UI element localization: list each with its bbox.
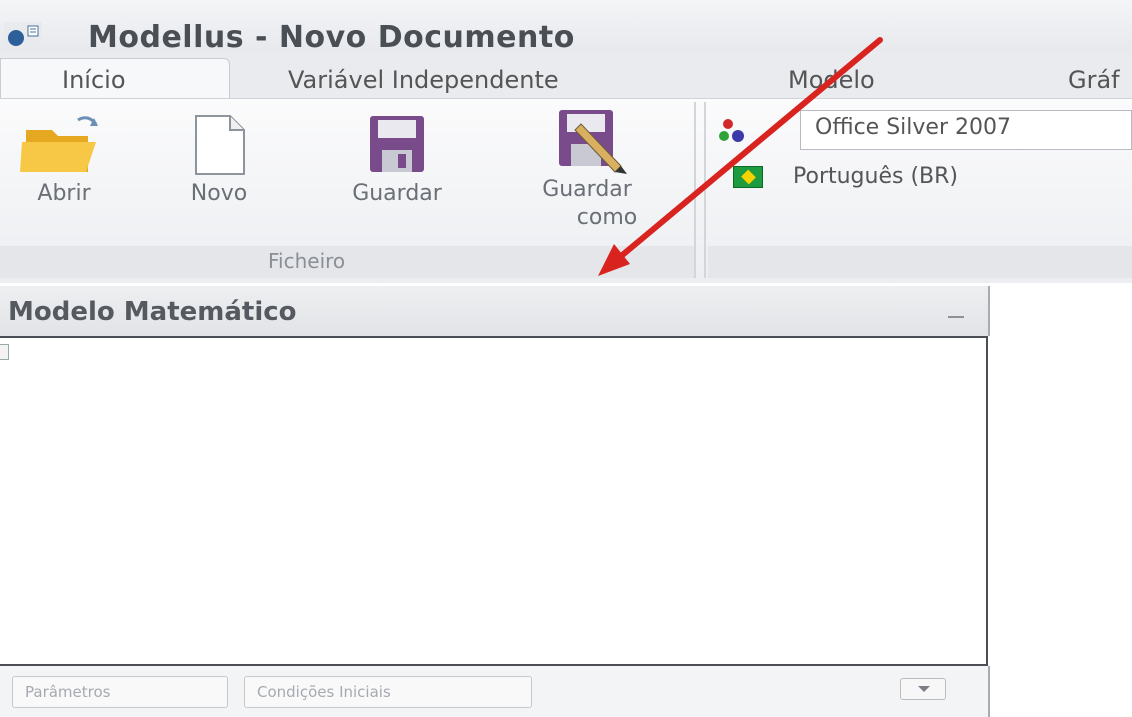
ribbon-group-separator [694, 102, 696, 278]
dropdown-button[interactable] [900, 678, 946, 700]
save-as-button[interactable]: Guardar como [512, 106, 662, 232]
math-model-editor[interactable] [0, 336, 988, 666]
minimize-icon[interactable] [948, 316, 964, 318]
parameters-button[interactable]: Parâmetros [12, 676, 228, 708]
new-button[interactable]: Novo [164, 112, 274, 208]
modellus-app-icon[interactable] [4, 22, 42, 46]
open-button-label: Abrir [37, 181, 91, 206]
theme-select[interactable]: Office Silver 2007 [800, 110, 1132, 150]
ribbon-group-separator [704, 102, 706, 278]
tab-variavel-independente[interactable]: Variável Independente [288, 66, 559, 94]
new-document-icon [195, 115, 245, 175]
open-button[interactable]: Abrir [14, 112, 114, 208]
save-as-icon [559, 110, 627, 174]
save-as-button-label-line1: Guardar [542, 177, 632, 202]
window-title: Modellus - Novo Documento [88, 20, 575, 55]
folder-open-icon [20, 116, 98, 172]
tab-modelo[interactable]: Modelo [788, 66, 875, 94]
tab-graficos[interactable]: Gráf [1068, 66, 1120, 94]
language-select[interactable]: Português (BR) [793, 164, 958, 189]
collapse-icon[interactable] [0, 344, 9, 360]
brazil-flag-icon [733, 166, 763, 188]
file-group-footer [0, 246, 694, 278]
save-button[interactable]: Guardar [322, 112, 472, 208]
save-disk-icon [370, 116, 424, 172]
appearance-group-footer [708, 246, 1132, 278]
panel-title: Modelo Matemático [8, 297, 297, 327]
file-group-label: Ficheiro [268, 249, 346, 273]
tab-inicio[interactable]: Início [62, 66, 126, 94]
save-button-label: Guardar [352, 181, 442, 206]
new-button-label: Novo [190, 181, 248, 206]
theme-colors-icon [719, 119, 744, 142]
save-as-button-label-line2: como [576, 205, 638, 230]
initial-conditions-button[interactable]: Condições Iniciais [244, 676, 532, 708]
